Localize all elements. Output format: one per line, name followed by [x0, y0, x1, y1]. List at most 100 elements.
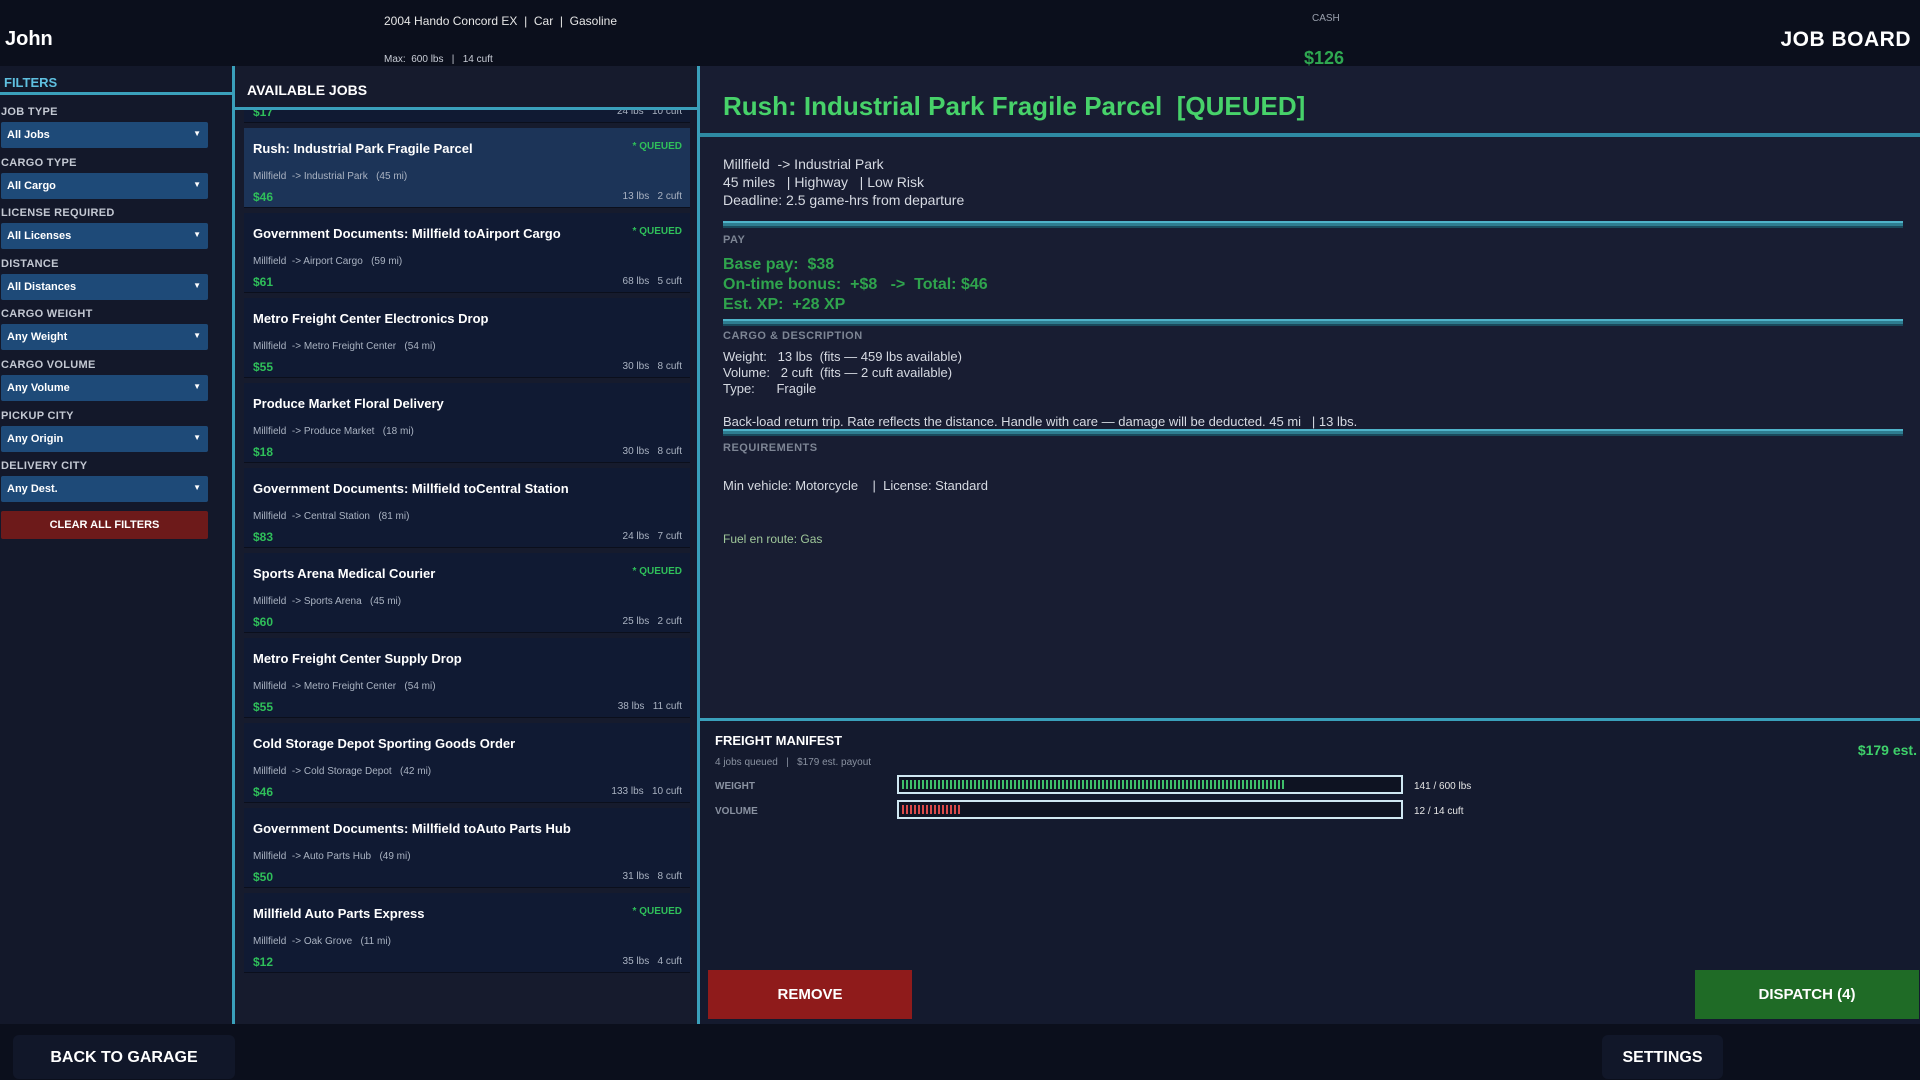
requirements: Min vehicle: Motorcycle | License: Stand… [723, 478, 988, 493]
weight-label: WEIGHT [715, 781, 755, 792]
requirements-section-title: REQUIREMENTS [723, 442, 818, 454]
job-pay: $83 [253, 530, 274, 544]
job-detail-panel: Rush: Industrial Park Fragile Parcel [QU… [700, 66, 1920, 718]
cash-label: CASH [1312, 13, 1340, 24]
job-pay: $61 [253, 275, 274, 289]
job-size: 25 lbs 2 cuft [622, 616, 682, 627]
job-pay: $55 [253, 700, 274, 714]
volume-value: 12 / 14 cuft [1414, 806, 1464, 817]
job-title: Rush: Industrial Park Fragile Parcel [253, 141, 473, 156]
cargo-type: Type: Fragile [723, 381, 817, 396]
filter-dropdown[interactable]: Any Origin ▼ [1, 425, 208, 452]
job-route: Millfield -> Sports Arena (45 mi) [253, 596, 402, 607]
chevron-down-icon: ▼ [193, 331, 201, 341]
job-route: Millfield -> Auto Parts Hub (49 mi) [253, 851, 411, 862]
section-divider [723, 319, 1903, 326]
queued-badge: * QUEUED [632, 906, 682, 917]
filter-dropdown[interactable]: All Cargo ▼ [1, 172, 208, 199]
job-card[interactable]: Government Documents: Millfield toCentra… [244, 468, 690, 548]
job-title: Cold Storage Depot Sporting Goods Order [253, 736, 516, 751]
section-divider [723, 429, 1903, 436]
job-pay: $50 [253, 870, 274, 884]
back-to-garage-button[interactable]: BACK TO GARAGE [13, 1035, 235, 1079]
job-card[interactable]: Rush: Industrial Park Fragile Parcel * QU… [244, 128, 690, 208]
jobs-title: AVAILABLE JOBS [235, 66, 697, 110]
vehicle-capacity: Max: 600 lbs | 14 cuft [384, 54, 493, 65]
filter-label: DISTANCE [1, 257, 59, 270]
cargo-volume: Volume: 2 cuft (fits — 2 cuft available) [723, 365, 953, 380]
filter-dropdown-value: Any Origin [7, 432, 64, 445]
detail-title: Rush: Industrial Park Fragile Parcel [QU… [723, 91, 1306, 121]
job-title: Government Documents: Millfield toAirpor… [253, 226, 561, 241]
volume-bar [897, 800, 1403, 819]
detail-meta: 45 miles | Highway | Low Risk [723, 174, 925, 190]
job-card[interactable]: Government Documents: Millfield toAuto P… [244, 808, 690, 888]
volume-bar-fill [902, 805, 962, 814]
bottom-bar: BACK TO GARAGE SETTINGS [0, 1024, 1920, 1080]
job-title: Metro Freight Center Electronics Drop [253, 311, 489, 326]
available-jobs-panel: AVAILABLE JOBS Government Documents: Mil… [235, 66, 700, 1024]
job-card[interactable]: Produce Market Floral Delivery Millfield … [244, 383, 690, 463]
filter-dropdown-value: Any Dest. [7, 483, 58, 496]
job-title: Sports Arena Medical Courier [253, 566, 436, 581]
job-card[interactable]: Metro Freight Center Electronics Drop Mil… [244, 298, 690, 378]
on-time-bonus: On-time bonus: +$8 -> Total: $46 [723, 276, 988, 293]
job-card[interactable]: Millfield Auto Parts Express * QUEUED Mill… [244, 893, 690, 973]
job-route: Millfield -> Produce Market (18 mi) [253, 426, 414, 437]
filter-dropdown-value: All Jobs [7, 129, 50, 141]
estimated-xp: Est. XP: +28 XP [723, 296, 846, 313]
settings-button[interactable]: SETTINGS [1602, 1035, 1723, 1079]
job-card[interactable]: Cold Storage Depot Sporting Goods Order M… [244, 723, 690, 803]
filter-label: JOB TYPE [1, 106, 58, 118]
manifest-estimate: $179 est. [1857, 742, 1917, 758]
cargo-description: Back-load return trip. Rate reflects the… [723, 414, 1358, 429]
pay-section-title: PAY [723, 234, 746, 246]
clear-filters-button[interactable]: CLEAR ALL FILTERS [1, 511, 208, 539]
chevron-down-icon: ▼ [193, 382, 201, 391]
dispatch-button[interactable]: DISPATCH (4) [1695, 970, 1919, 1019]
job-size: 68 lbs 5 cuft [622, 276, 682, 287]
filter-dropdown[interactable]: All Jobs ▼ [1, 122, 208, 148]
filter-dropdown[interactable]: Any Volume ▼ [1, 375, 208, 401]
job-pay: $12 [253, 955, 274, 969]
job-title: Government Documents: Millfield toCentra… [253, 481, 569, 496]
job-route: Millfield -> Airport Cargo (59 mi) [253, 256, 403, 267]
filter-dropdown[interactable]: Any Weight ▼ [1, 324, 208, 351]
job-size: 13 lbs 2 cuft [622, 191, 682, 202]
remove-button[interactable]: REMOVE [708, 970, 912, 1019]
filters-panel: FILTERS JOB TYPE All Jobs ▼ CARGO TYPE All C… [0, 66, 235, 1024]
filter-dropdown[interactable]: All Distances ▼ [1, 273, 208, 300]
filter-label: CARGO VOLUME [1, 359, 96, 371]
job-size: 30 lbs 8 cuft [622, 361, 682, 372]
job-pay: $46 [253, 785, 274, 799]
player-name: John [5, 28, 53, 50]
job-card[interactable]: Sports Arena Medical Courier * QUEUED Mill… [244, 553, 690, 633]
queued-badge: * QUEUED [632, 566, 682, 577]
job-size: 30 lbs 8 cuft [622, 446, 682, 457]
filters-title: FILTERS [0, 66, 232, 95]
freight-manifest-panel: FREIGHT MANIFEST $179 est. 4 jobs queued… [700, 718, 1920, 1024]
job-title: Metro Freight Center Supply Drop [253, 651, 462, 666]
job-route: Millfield -> Central Station (81 mi) [253, 511, 410, 522]
job-card[interactable]: Metro Freight Center Supply Drop Millfiel… [244, 638, 690, 718]
volume-label: VOLUME [715, 806, 758, 817]
filter-dropdown[interactable]: All Licenses ▼ [1, 223, 208, 250]
manifest-summary: 4 jobs queued | $179 est. payout [715, 757, 872, 768]
queued-badge: * QUEUED [632, 226, 682, 237]
chevron-down-icon: ▼ [193, 280, 201, 290]
cargo-section-title: CARGO & DESCRIPTION [723, 330, 863, 342]
filter-label: PICKUP CITY [1, 409, 74, 422]
filter-dropdown-value: All Distances [7, 280, 77, 293]
chevron-down-icon: ▼ [193, 483, 201, 493]
base-pay: Base pay: $38 [723, 256, 835, 273]
title-divider [700, 133, 1920, 137]
job-title: Produce Market Floral Delivery [253, 396, 444, 411]
job-route: Millfield -> Industrial Park (45 mi) [253, 171, 408, 182]
job-card[interactable]: Government Documents: Millfield toAirpor… [244, 213, 690, 293]
job-route: Millfield -> Metro Freight Center (54 mi… [253, 681, 436, 692]
chevron-down-icon: ▼ [193, 230, 201, 240]
vehicle-info: 2004 Hando Concord EX | Car | Gasoline [384, 14, 618, 28]
filter-dropdown[interactable]: Any Dest. ▼ [1, 476, 208, 503]
job-size: 38 lbs 11 cuft [617, 701, 682, 712]
weight-bar-fill [902, 780, 1285, 789]
